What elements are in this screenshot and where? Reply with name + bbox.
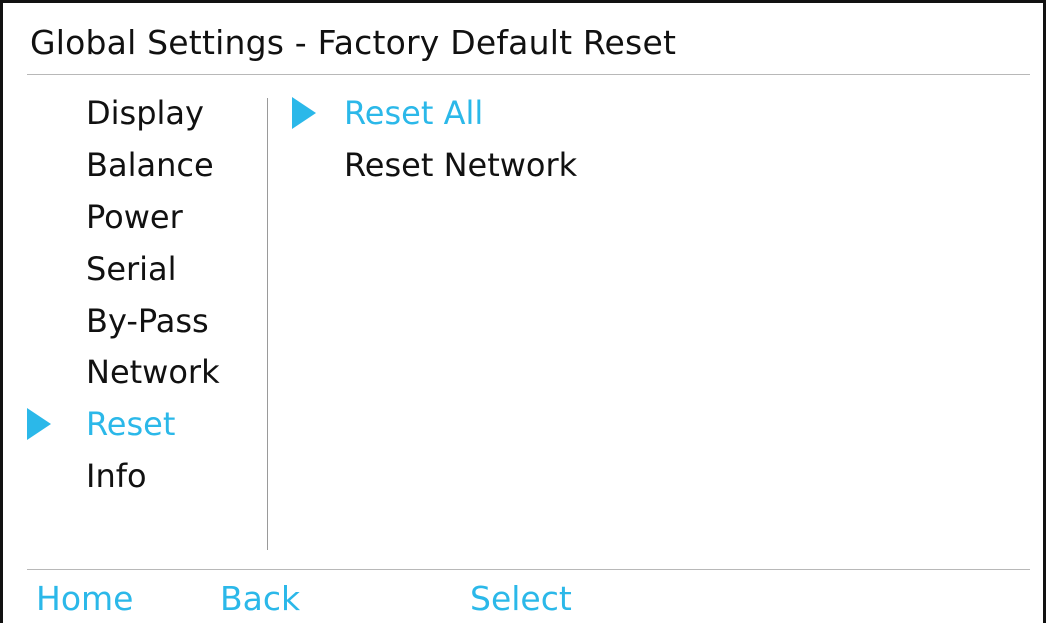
menu-item-label: Reset [86, 405, 176, 443]
back-button[interactable]: Back [220, 579, 300, 618]
header-divider [27, 74, 1030, 75]
menu-item-label: By-Pass [86, 302, 209, 340]
menu-item-label: Serial [86, 250, 177, 288]
menu-item-power[interactable]: Power [27, 191, 183, 243]
submenu-item-reset-all[interactable]: Reset All [292, 87, 483, 139]
submenu-item-reset-network[interactable]: Reset Network [292, 139, 577, 191]
triangle-right-icon [27, 408, 51, 440]
footer-divider [27, 569, 1030, 570]
menu-item-reset[interactable]: Reset [27, 398, 175, 450]
menu-item-balance[interactable]: Balance [27, 139, 214, 191]
home-button[interactable]: Home [36, 579, 133, 618]
menu-item-label: Info [86, 457, 147, 495]
settings-screen: Global Settings - Factory Default Reset … [0, 0, 1046, 623]
menu-item-label: Network [86, 353, 220, 391]
triangle-right-icon [292, 97, 316, 129]
menu-divider [267, 98, 268, 550]
menu-item-label: Display [86, 94, 204, 132]
select-button[interactable]: Select [470, 579, 572, 618]
menu-item-display[interactable]: Display [27, 87, 204, 139]
menu-item-label: Balance [86, 146, 214, 184]
menu-item-serial[interactable]: Serial [27, 243, 177, 295]
page-title: Global Settings - Factory Default Reset [30, 23, 677, 62]
submenu-item-label: Reset All [344, 94, 484, 132]
menu-item-label: Power [86, 198, 183, 236]
menu-item-info[interactable]: Info [27, 450, 147, 502]
menu-item-network[interactable]: Network [27, 346, 220, 398]
submenu-item-label: Reset Network [344, 146, 578, 184]
menu-item-by-pass[interactable]: By-Pass [27, 295, 209, 347]
